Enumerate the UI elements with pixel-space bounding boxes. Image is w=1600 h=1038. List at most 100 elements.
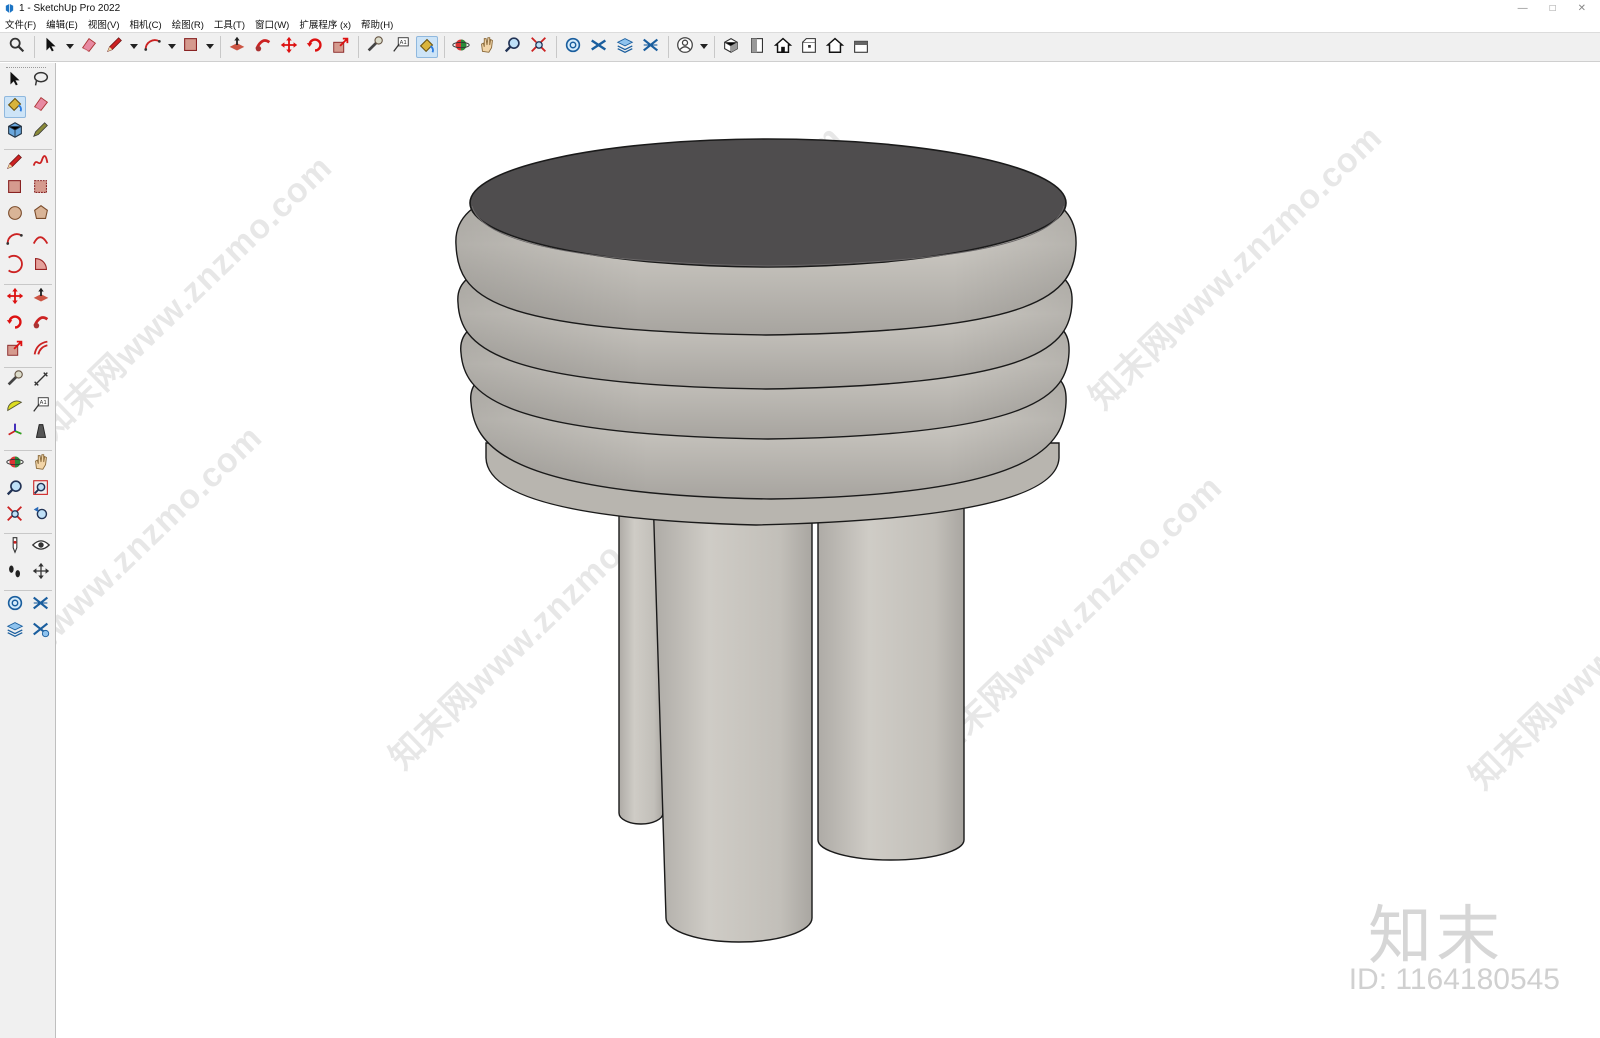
left-view-button[interactable]: [850, 36, 872, 58]
close-button[interactable]: ✕: [1578, 3, 1586, 14]
position-camera-tool[interactable]: [4, 537, 26, 559]
pencil-line-button[interactable]: [104, 36, 126, 58]
pie-icon: [31, 254, 51, 279]
iso-view-button[interactable]: [720, 36, 742, 58]
move-button[interactable]: [278, 36, 300, 58]
three-point-arc-tool[interactable]: [4, 255, 26, 278]
circle-tool[interactable]: [4, 205, 26, 227]
dropdown-arrow-icon[interactable]: [700, 36, 708, 58]
pie-tool[interactable]: [30, 256, 52, 278]
rotate-tool[interactable]: [4, 313, 26, 335]
minimize-button[interactable]: —: [1518, 3, 1528, 14]
menu-help[interactable]: 帮助(H): [361, 17, 393, 31]
move-tool[interactable]: [4, 287, 26, 310]
search-button[interactable]: [6, 36, 28, 58]
push-pull-button[interactable]: [226, 36, 248, 58]
zoom-button[interactable]: [502, 36, 524, 58]
layers-tool[interactable]: [4, 620, 26, 642]
menu-draw[interactable]: 绘图(R): [172, 17, 204, 31]
section-plane-tool[interactable]: [30, 561, 52, 586]
rotate-button[interactable]: [304, 36, 326, 58]
leg-front[interactable]: [652, 492, 813, 943]
scale-button[interactable]: [330, 36, 352, 58]
eraser-tool[interactable]: [30, 96, 52, 118]
text-label-tool[interactable]: A1: [30, 396, 52, 418]
paint-bucket-button[interactable]: [416, 36, 438, 58]
user-account-button[interactable]: [674, 36, 696, 58]
orbit-tool[interactable]: [4, 454, 26, 476]
rotated-rectangle-tool[interactable]: [30, 179, 52, 201]
protractor-tool[interactable]: [4, 396, 26, 418]
zoom-extents-tool[interactable]: [4, 505, 26, 527]
rectangle-button[interactable]: [180, 36, 202, 58]
drawing-viewport[interactable]: 知末网www.znzmo.com 知末网www.znzmo.com 知末网www.z…: [56, 63, 1600, 1038]
two-point-arc-tool[interactable]: [30, 230, 52, 252]
walk-tool[interactable]: [4, 563, 26, 585]
sandbox-icon: [5, 593, 25, 618]
toolbar-separator: [668, 36, 669, 58]
pencil-line-tool[interactable]: [4, 153, 26, 175]
section-fill-tool[interactable]: [30, 620, 52, 642]
tape-measure-tool[interactable]: [4, 370, 26, 393]
maximize-button[interactable]: □: [1550, 3, 1556, 14]
component-tool[interactable]: [4, 121, 26, 143]
menu-extensions[interactable]: 扩展程序 (x): [299, 17, 351, 31]
menu-window[interactable]: 窗口(W): [255, 17, 289, 31]
dimension-tool[interactable]: [30, 371, 52, 393]
follow-me-tool[interactable]: [30, 313, 52, 335]
dropdown-arrow-icon[interactable]: [130, 36, 138, 58]
tags-button[interactable]: [588, 36, 610, 58]
offset-tool[interactable]: [30, 339, 52, 361]
look-around-tool[interactable]: [30, 537, 52, 559]
paint-bucket-tool[interactable]: [4, 95, 26, 118]
arc-tool[interactable]: [4, 230, 26, 252]
arc-button[interactable]: [142, 36, 164, 58]
dropdown-arrow-icon[interactable]: [206, 36, 214, 58]
sandbox-tool[interactable]: [4, 594, 26, 616]
scale-tool[interactable]: [4, 339, 26, 361]
sandbox-button[interactable]: [562, 36, 584, 58]
zoom-tool[interactable]: [4, 480, 26, 502]
seat-top[interactable]: [469, 138, 1067, 268]
zoom-window-tool[interactable]: [30, 480, 52, 502]
back-view-button[interactable]: [824, 36, 846, 58]
zoom-extents-button[interactable]: [528, 36, 550, 58]
dropdown-arrow-icon[interactable]: [66, 36, 74, 58]
section-plane-icon: [31, 561, 51, 586]
section-icon: [31, 593, 51, 618]
layers-button[interactable]: [614, 36, 636, 58]
axes-tool[interactable]: [4, 422, 26, 444]
previous-view-tool[interactable]: [30, 505, 52, 527]
right-view-button[interactable]: [798, 36, 820, 58]
rectangle-tool[interactable]: [4, 179, 26, 201]
lasso-tool[interactable]: [30, 70, 52, 92]
tape-measure-button[interactable]: [364, 35, 386, 58]
pan-hand-tool[interactable]: [30, 454, 52, 476]
top-view-button[interactable]: [746, 36, 768, 58]
menu-file[interactable]: 文件(F): [5, 17, 36, 31]
section-button[interactable]: [640, 36, 662, 58]
menu-tools[interactable]: 工具(T): [214, 17, 245, 31]
front-view-button[interactable]: [772, 36, 794, 58]
menu-edit[interactable]: 编辑(E): [46, 17, 78, 31]
section-tool[interactable]: [30, 594, 52, 616]
menu-view[interactable]: 视图(V): [88, 17, 120, 31]
select-arrow-tool[interactable]: [4, 70, 26, 92]
text-label-button[interactable]: A1: [390, 36, 412, 58]
3d-text-tool[interactable]: [30, 422, 52, 444]
menu-camera[interactable]: 相机(C): [129, 17, 161, 31]
push-pull-tool[interactable]: [30, 287, 52, 310]
rotate-icon: [305, 35, 325, 60]
pan-hand-button[interactable]: [476, 36, 498, 58]
watermark-id: ID: 1164180545: [1348, 963, 1560, 996]
orbit-button[interactable]: [450, 36, 472, 58]
freehand-tool[interactable]: [30, 153, 52, 175]
arc-icon: [143, 35, 163, 60]
dropdown-arrow-icon[interactable]: [168, 36, 176, 58]
eraser-button[interactable]: [78, 36, 100, 58]
polygon-tool[interactable]: [30, 205, 52, 227]
leg-back-right[interactable]: [817, 482, 965, 861]
tag-pencil-tool[interactable]: [30, 121, 52, 143]
follow-me-button[interactable]: [252, 36, 274, 58]
select-arrow-button[interactable]: [40, 36, 62, 58]
